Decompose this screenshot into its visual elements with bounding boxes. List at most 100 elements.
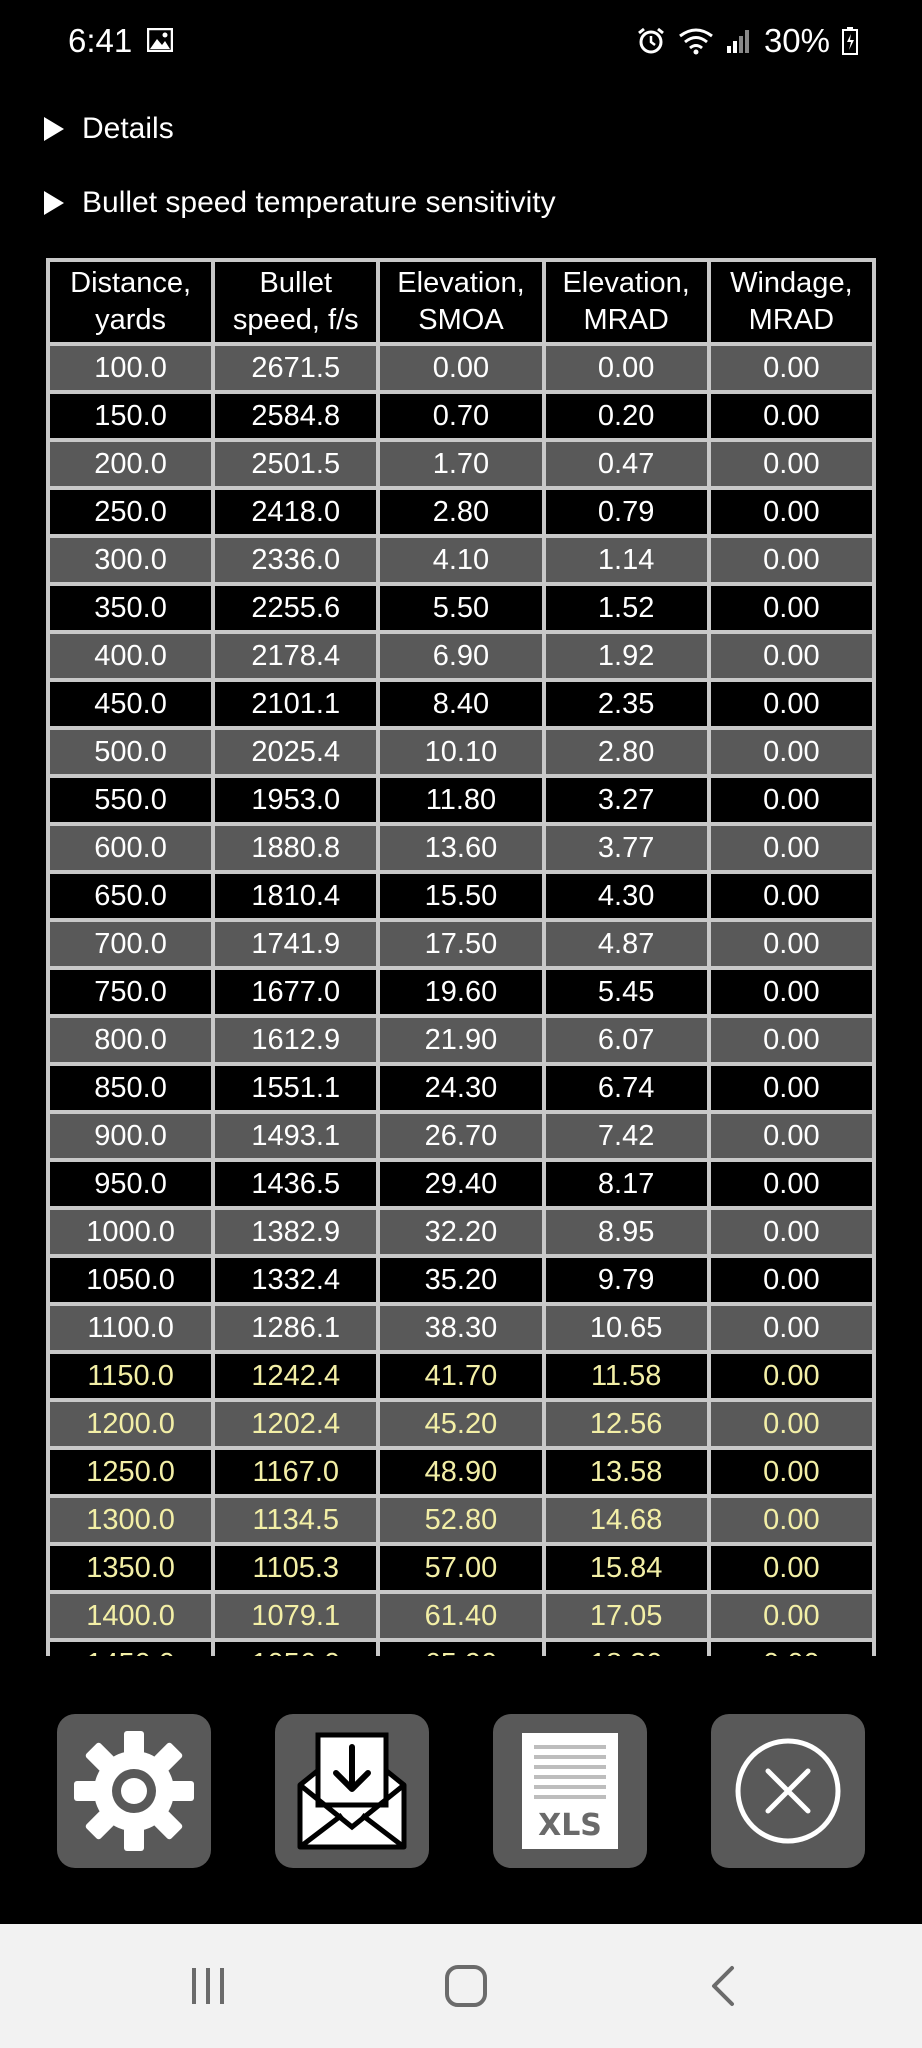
close-circle-icon: [735, 1738, 841, 1844]
cell-elevation-mrad: 0.79: [545, 490, 707, 534]
cell-elevation-smoa: 32.20: [380, 1210, 542, 1254]
cell-windage-mrad: 0.00: [710, 1258, 872, 1302]
table-row: 450.0 2101.1 8.40 2.35 0.00: [50, 682, 872, 726]
cell-elevation-smoa: 0.70: [380, 394, 542, 438]
cell-elevation-mrad: 10.65: [545, 1306, 707, 1350]
table-row: 1100.0 1286.1 38.30 10.65 0.00: [50, 1306, 872, 1350]
table-row: 1200.0 1202.4 45.20 12.56 0.00: [50, 1402, 872, 1446]
cell-elevation-mrad: 2.35: [545, 682, 707, 726]
settings-button[interactable]: [57, 1714, 211, 1868]
cell-elevation-smoa: 17.50: [380, 922, 542, 966]
cell-bullet-speed: 2025.4: [215, 730, 377, 774]
cell-distance: 1050.0: [50, 1258, 212, 1302]
cell-windage-mrad: 0.00: [710, 1306, 872, 1350]
back-button[interactable]: [684, 1954, 764, 2018]
cell-elevation-smoa: 57.00: [380, 1546, 542, 1590]
cell-elevation-mrad: 7.42: [545, 1114, 707, 1158]
cell-elevation-mrad: 11.58: [545, 1354, 707, 1398]
cell-elevation-smoa: 11.80: [380, 778, 542, 822]
cell-elevation-mrad: 9.79: [545, 1258, 707, 1302]
cell-distance: 1400.0: [50, 1594, 212, 1638]
cell-windage-mrad: 0.00: [710, 970, 872, 1014]
cell-elevation-smoa: 5.50: [380, 586, 542, 630]
cell-elevation-smoa: 0.00: [380, 346, 542, 390]
cell-windage-mrad: 0.00: [710, 538, 872, 582]
cell-windage-mrad: 0.00: [710, 1498, 872, 1542]
cell-distance: 550.0: [50, 778, 212, 822]
cell-elevation-smoa: 24.30: [380, 1066, 542, 1110]
cell-windage-mrad: 0.00: [710, 1450, 872, 1494]
cell-elevation-smoa: 1.70: [380, 442, 542, 486]
close-button[interactable]: [711, 1714, 865, 1868]
cell-windage-mrad: 0.00: [710, 346, 872, 390]
cell-elevation-mrad: 6.07: [545, 1018, 707, 1062]
details-toggle[interactable]: Details: [44, 112, 174, 146]
cell-distance: 750.0: [50, 970, 212, 1014]
cell-elevation-mrad: 12.56: [545, 1402, 707, 1446]
cell-distance: 350.0: [50, 586, 212, 630]
cell-windage-mrad: 0.00: [710, 1210, 872, 1254]
cell-windage-mrad: 0.00: [710, 394, 872, 438]
recent-apps-icon: [192, 1968, 224, 2004]
cell-distance: 300.0: [50, 538, 212, 582]
home-button[interactable]: [426, 1954, 506, 2018]
cell-distance: 1350.0: [50, 1546, 212, 1590]
table-row: 900.0 1493.1 26.70 7.42 0.00: [50, 1114, 872, 1158]
cell-windage-mrad: 0.00: [710, 922, 872, 966]
xls-export-button[interactable]: XLS: [493, 1714, 647, 1868]
ballistics-table: Distance, yards Bullet speed, f/s Elevatio…: [46, 258, 876, 1656]
back-icon: [712, 1966, 734, 2006]
cell-elevation-smoa: 10.10: [380, 730, 542, 774]
cell-bullet-speed: 1105.3: [215, 1546, 377, 1590]
cell-distance: 1200.0: [50, 1402, 212, 1446]
email-export-button[interactable]: [275, 1714, 429, 1868]
table-row: 750.0 1677.0 19.60 5.45 0.00: [50, 970, 872, 1014]
cell-distance: 200.0: [50, 442, 212, 486]
cell-distance: 1300.0: [50, 1498, 212, 1542]
cell-bullet-speed: 1167.0: [215, 1450, 377, 1494]
status-indicators: 30%: [636, 22, 858, 60]
cell-elevation-smoa: 38.30: [380, 1306, 542, 1350]
cell-elevation-mrad: 5.45: [545, 970, 707, 1014]
cell-windage-mrad: 0.00: [710, 1594, 872, 1638]
cell-elevation-smoa: 19.60: [380, 970, 542, 1014]
alarm-icon: [638, 27, 664, 54]
cell-windage-mrad: 0.00: [710, 1546, 872, 1590]
cell-bullet-speed: 2101.1: [215, 682, 377, 726]
temperature-sensitivity-toggle[interactable]: Bullet speed temperature sensitivity: [44, 186, 556, 220]
table-row: 850.0 1551.1 24.30 6.74 0.00: [50, 1066, 872, 1110]
cell-bullet-speed: 1242.4: [215, 1354, 377, 1398]
cell-elevation-smoa: 21.90: [380, 1018, 542, 1062]
cell-windage-mrad: 0.00: [710, 442, 872, 486]
ballistics-table-scroll[interactable]: Distance, yards Bullet speed, f/s Elevatio…: [46, 258, 876, 1656]
cell-elevation-mrad: 18.30: [545, 1642, 707, 1656]
cell-bullet-speed: 1202.4: [215, 1402, 377, 1446]
cell-distance: 800.0: [50, 1018, 212, 1062]
cell-elevation-smoa: 45.20: [380, 1402, 542, 1446]
cell-elevation-smoa: 8.40: [380, 682, 542, 726]
cell-elevation-smoa: 65.90: [380, 1642, 542, 1656]
cell-elevation-mrad: 6.74: [545, 1066, 707, 1110]
header-elevation-mrad: Elevation, MRAD: [545, 262, 707, 342]
cell-elevation-smoa: 4.10: [380, 538, 542, 582]
table-row: 950.0 1436.5 29.40 8.17 0.00: [50, 1162, 872, 1206]
cell-elevation-smoa: 52.80: [380, 1498, 542, 1542]
cell-elevation-smoa: 6.90: [380, 634, 542, 678]
table-row: 800.0 1612.9 21.90 6.07 0.00: [50, 1018, 872, 1062]
wifi-icon: [679, 28, 713, 55]
cell-windage-mrad: 0.00: [710, 490, 872, 534]
cell-distance: 650.0: [50, 874, 212, 918]
system-nav-bar: [0, 1924, 922, 2048]
cell-elevation-mrad: 13.58: [545, 1450, 707, 1494]
cell-elevation-mrad: 17.05: [545, 1594, 707, 1638]
table-row: 400.0 2178.4 6.90 1.92 0.00: [50, 634, 872, 678]
recent-apps-button[interactable]: [168, 1954, 248, 2018]
cell-elevation-smoa: 48.90: [380, 1450, 542, 1494]
cell-elevation-smoa: 35.20: [380, 1258, 542, 1302]
details-label: Details: [82, 112, 174, 145]
table-row: 650.0 1810.4 15.50 4.30 0.00: [50, 874, 872, 918]
cell-elevation-mrad: 3.27: [545, 778, 707, 822]
cell-windage-mrad: 0.00: [710, 778, 872, 822]
cell-bullet-speed: 1436.5: [215, 1162, 377, 1206]
cell-distance: 150.0: [50, 394, 212, 438]
